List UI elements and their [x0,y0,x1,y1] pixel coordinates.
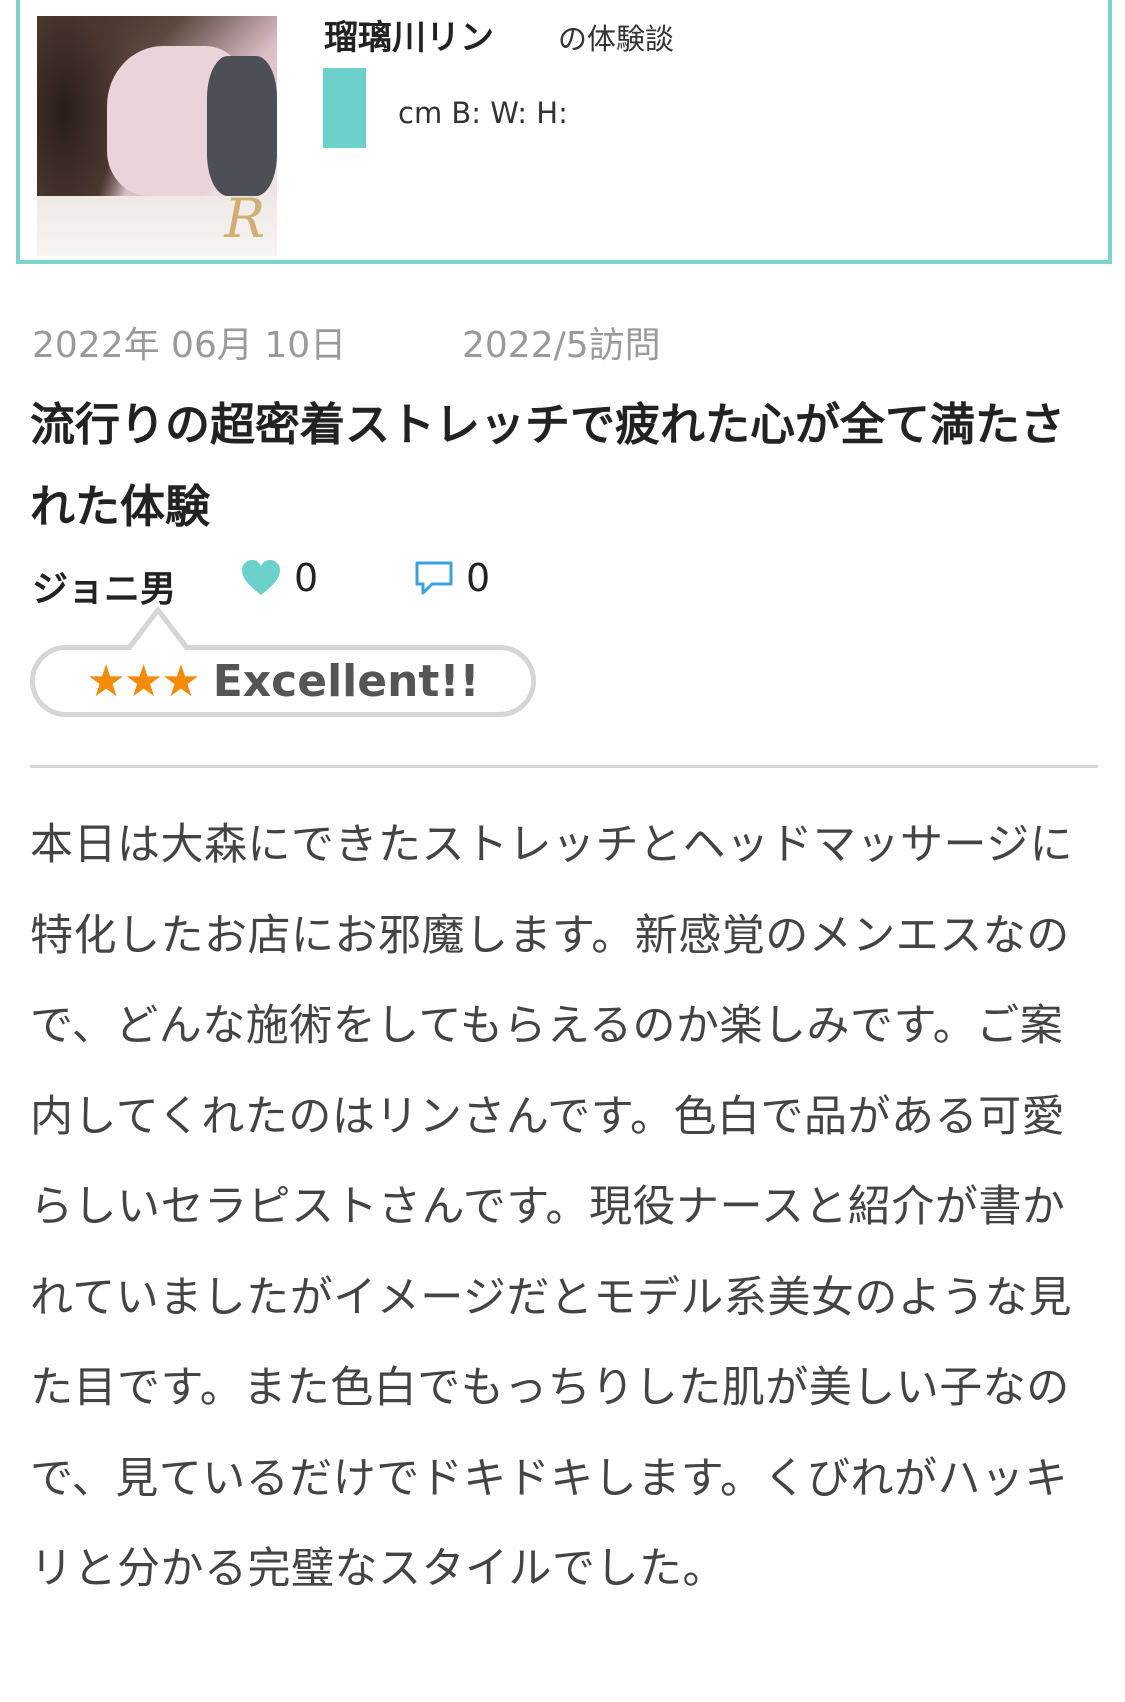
visit-date: 2022/5訪問 [462,325,661,366]
review-page: R 瑠璃川リン の体験談 cm B: W: H: 2022年 06月 10日 2… [0,0,1125,1702]
review-author[interactable]: ジョニ男 [32,560,176,612]
comment-button[interactable]: 0 [414,556,490,600]
therapist-measurements: cm B: W: H: [398,96,568,130]
review-date: 2022年 06月 10日 [32,325,347,366]
rating-badge: ★★★ Excellent!! [30,645,536,717]
photo-logo: R [224,187,265,250]
heart-icon [242,560,280,595]
rating-label: Excellent!! [212,655,480,707]
therapist-card[interactable]: R 瑠璃川リン の体験談 cm B: W: H: [16,0,1112,264]
review-body: 本日は大森にできたストレッチとヘッドマッサージに特化したお店にお邪魔します。新感… [30,820,1074,1594]
divider [30,765,1098,768]
review-title: 流行りの超密着ストレッチで疲れた心が全て満たされた体験 [30,398,1066,533]
comment-count: 0 [466,556,491,600]
like-count: 0 [294,556,319,600]
rating-bubble-tip-inner [131,614,185,650]
like-button[interactable]: 0 [240,556,318,600]
accent-block [323,68,366,148]
star-icons: ★★★ [86,655,200,707]
therapist-name[interactable]: 瑠璃川リン [324,10,494,59]
speech-bubble-icon [415,561,453,595]
therapist-photo[interactable]: R [37,16,277,256]
therapist-name-suffix: の体験談 [558,22,675,56]
photo-shorts-shape [207,56,277,196]
